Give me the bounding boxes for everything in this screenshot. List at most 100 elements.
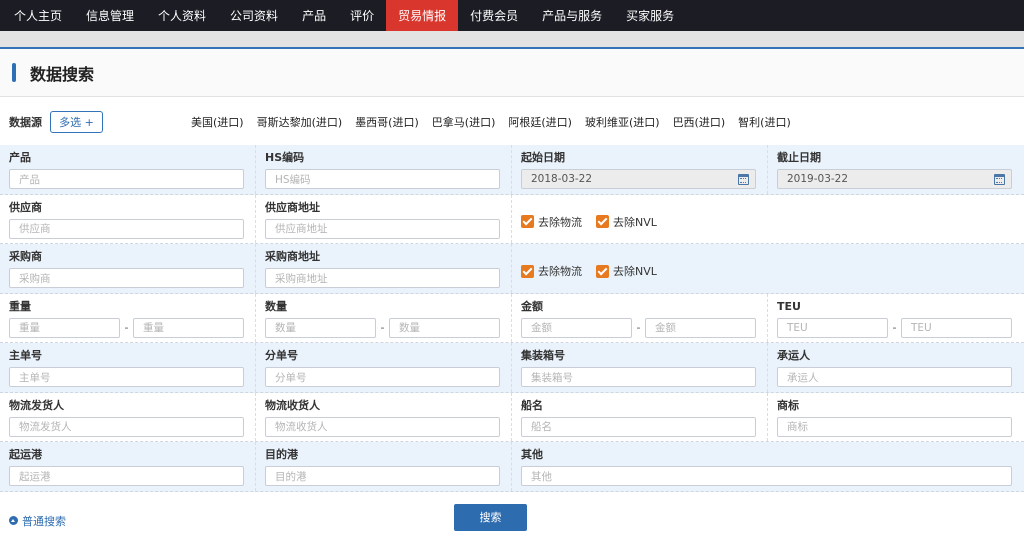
country-option[interactable]: 哥斯达黎加(进口) xyxy=(257,114,343,130)
product-cell: 产品 产品 xyxy=(0,145,256,194)
range-separator: - xyxy=(380,321,385,334)
form-row: 采购商 采购商 采购商地址 采购商地址 去除物流 去除NVL xyxy=(0,244,1024,294)
start-date-label: 起始日期 xyxy=(521,151,565,164)
end-date-value: 2019-03-22 xyxy=(787,173,849,185)
collapse-up-icon xyxy=(9,516,18,525)
calendar-icon[interactable] xyxy=(738,173,749,185)
country-option[interactable]: 玻利维亚(进口) xyxy=(585,114,660,130)
nav-item-membership[interactable]: 付费会员 xyxy=(458,0,530,31)
nav-item-profile[interactable]: 个人资料 xyxy=(146,0,218,31)
remove-nvl-checkbox[interactable]: 去除NVL xyxy=(596,214,657,230)
origin-port-input[interactable]: 起运港 xyxy=(9,466,244,486)
shipper-label: 物流发货人 xyxy=(9,398,64,412)
supplier-address-cell: 供应商地址 供应商地址 xyxy=(256,194,512,243)
quantity-max-input[interactable]: 数量 xyxy=(389,317,500,338)
search-button[interactable]: 搜索 xyxy=(454,503,527,531)
house-bill-input[interactable]: 分单号 xyxy=(265,367,500,387)
product-label: 产品 xyxy=(9,151,31,164)
carrier-input[interactable]: 承运人 xyxy=(777,367,1012,387)
search-form: 产品 产品 HS编码 HS编码 起始日期 2018-03-22 截止日期 201… xyxy=(0,145,1024,492)
container-no-label: 集装箱号 xyxy=(521,349,565,362)
consignee-input[interactable]: 物流收货人 xyxy=(265,416,500,437)
nav-item-company[interactable]: 公司资料 xyxy=(218,0,290,31)
carrier-cell: 承运人 承运人 xyxy=(768,343,1024,392)
nav-item-info-management[interactable]: 信息管理 xyxy=(74,0,146,31)
weight-label: 重量 xyxy=(9,299,31,313)
dest-port-cell: 目的港 目的港 xyxy=(256,442,512,491)
master-bill-label: 主单号 xyxy=(9,349,42,362)
checkbox-checked-icon xyxy=(521,264,534,278)
buyer-filters-cell: 去除物流 去除NVL xyxy=(512,244,1024,293)
dest-port-input[interactable]: 目的港 xyxy=(265,466,500,486)
amount-max-input[interactable]: 金额 xyxy=(645,317,756,338)
form-row: 供应商 供应商 供应商地址 供应商地址 去除物流 去除NVL xyxy=(0,194,1024,244)
vessel-input[interactable]: 船名 xyxy=(521,416,756,437)
remove-logistics-checkbox[interactable]: 去除物流 xyxy=(521,214,582,230)
container-no-cell: 集装箱号 集装箱号 xyxy=(512,343,768,392)
checkbox-checked-icon xyxy=(596,264,609,278)
quantity-cell: 数量 数量 - 数量 xyxy=(256,293,512,342)
end-date-label: 截止日期 xyxy=(777,151,821,164)
dest-port-label: 目的港 xyxy=(265,448,298,461)
weight-max-input[interactable]: 重量 xyxy=(133,317,244,338)
quantity-min-input[interactable]: 数量 xyxy=(265,317,376,338)
supplier-input[interactable]: 供应商 xyxy=(9,218,244,239)
brand-input[interactable]: 商标 xyxy=(777,416,1012,437)
nav-item-reviews[interactable]: 评价 xyxy=(338,0,386,31)
buyer-address-input[interactable]: 采购商地址 xyxy=(265,268,500,288)
product-input[interactable]: 产品 xyxy=(9,169,244,189)
brand-label: 商标 xyxy=(777,398,799,412)
nav-item-buyer-services[interactable]: 买家服务 xyxy=(614,0,686,31)
basic-search-link[interactable]: 普通搜索 xyxy=(9,513,66,529)
hs-code-input[interactable]: HS编码 xyxy=(265,169,500,189)
brand-cell: 商标 商标 xyxy=(768,393,1024,442)
range-separator: - xyxy=(636,321,641,334)
teu-max-input[interactable]: TEU xyxy=(901,317,1012,338)
consignee-label: 物流收货人 xyxy=(265,398,320,412)
country-option[interactable]: 阿根廷(进口) xyxy=(508,114,572,130)
nav-item-home[interactable]: 个人主页 xyxy=(2,0,74,31)
buyer-address-cell: 采购商地址 采购商地址 xyxy=(256,244,512,293)
start-date-value: 2018-03-22 xyxy=(531,173,593,185)
carrier-label: 承运人 xyxy=(777,349,810,362)
calendar-icon[interactable] xyxy=(994,173,1005,185)
nav-item-trade-intel[interactable]: 贸易情报 xyxy=(386,0,459,31)
supplier-address-input[interactable]: 供应商地址 xyxy=(265,218,500,239)
country-option[interactable]: 墨西哥(进口) xyxy=(355,114,419,130)
country-option[interactable]: 美国(进口) xyxy=(191,114,244,130)
country-option[interactable]: 巴西(进口) xyxy=(673,114,726,130)
supplier-address-label: 供应商地址 xyxy=(265,200,320,214)
container-no-input[interactable]: 集装箱号 xyxy=(521,367,756,387)
weight-range: 重量 - 重量 xyxy=(9,317,245,338)
start-date-input[interactable]: 2018-03-22 xyxy=(521,169,756,189)
country-option[interactable]: 巴拿马(进口) xyxy=(432,114,496,130)
master-bill-input[interactable]: 主单号 xyxy=(9,367,244,387)
weight-cell: 重量 重量 - 重量 xyxy=(0,293,256,342)
amount-min-input[interactable]: 金额 xyxy=(521,317,632,338)
teu-min-input[interactable]: TEU xyxy=(777,317,888,338)
nav-item-services[interactable]: 产品与服务 xyxy=(530,0,614,31)
remove-logistics-checkbox[interactable]: 去除物流 xyxy=(521,263,582,279)
range-separator: - xyxy=(892,321,897,334)
teu-range: TEU - TEU xyxy=(777,317,1014,338)
page-title: 数据搜索 xyxy=(30,64,95,84)
buyer-checkboxes: 去除物流 去除NVL xyxy=(521,250,1014,279)
buyer-input[interactable]: 采购商 xyxy=(9,268,244,288)
nav-item-products[interactable]: 产品 xyxy=(290,0,338,31)
shipper-input[interactable]: 物流发货人 xyxy=(9,416,244,437)
teu-label: TEU xyxy=(777,299,801,313)
range-separator: - xyxy=(124,321,129,334)
form-row: 物流发货人 物流发货人 物流收货人 物流收货人 船名 船名 商标 商标 xyxy=(0,392,1024,442)
weight-min-input[interactable]: 重量 xyxy=(9,317,120,338)
end-date-input[interactable]: 2019-03-22 xyxy=(777,169,1012,189)
other-input[interactable]: 其他 xyxy=(521,466,1012,486)
remove-nvl-checkbox[interactable]: 去除NVL xyxy=(596,263,657,279)
checkbox-checked-icon xyxy=(596,215,609,228)
amount-label: 金额 xyxy=(521,299,543,313)
supplier-filters-cell: 去除物流 去除NVL xyxy=(512,195,1024,244)
buyer-address-label: 采购商地址 xyxy=(265,250,320,263)
multi-select-button[interactable]: 多选 + xyxy=(50,111,103,133)
amount-range: 金额 - 金额 xyxy=(521,317,757,338)
country-option[interactable]: 智利(进口) xyxy=(738,114,791,130)
page-header: 数据搜索 xyxy=(0,49,1024,97)
